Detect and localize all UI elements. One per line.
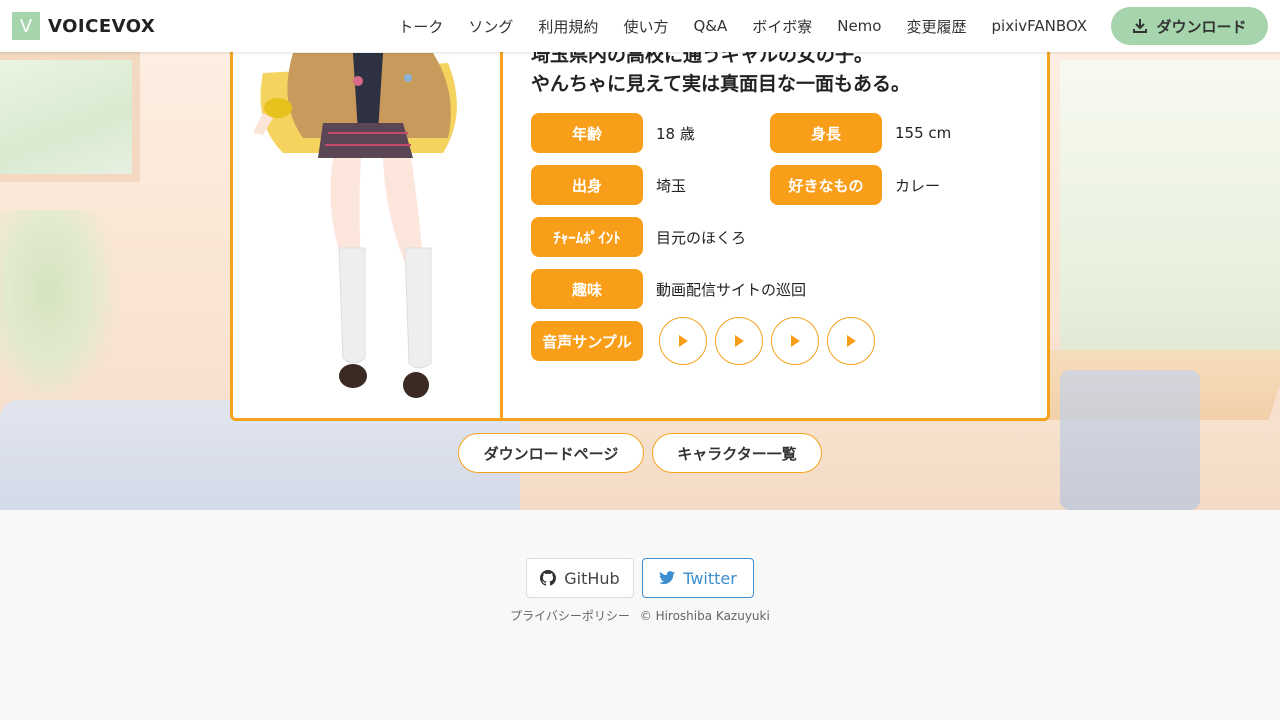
brand-name: VOICEVOX	[48, 15, 156, 37]
voice-sample-play-button-4[interactable]	[827, 317, 875, 365]
nav-link-fanbox[interactable]: pixivFANBOX	[992, 17, 1088, 35]
nav-link-howto[interactable]: 使い方	[623, 16, 668, 37]
privacy-policy-link[interactable]: プライバシーポリシー	[510, 609, 630, 623]
brand-mark: V	[12, 12, 40, 40]
nav-link-song[interactable]: ソング	[468, 16, 513, 37]
play-icon	[679, 335, 688, 347]
profile-row-voice: 音声サンプル	[531, 317, 875, 365]
download-button[interactable]: ダウンロード	[1111, 7, 1268, 45]
voice-sample-label: 音声サンプル	[531, 321, 643, 361]
github-button[interactable]: GitHub	[526, 558, 634, 598]
download-label: ダウンロード	[1156, 17, 1247, 36]
chair	[1060, 370, 1200, 510]
download-icon	[1133, 19, 1148, 33]
nav-link-qa[interactable]: Q&A	[693, 17, 727, 35]
character-profile: 埼玉県内の高校に通うギャルの女の子。 やんちゃに見えて実は真面目な一面もある。 …	[506, 33, 1047, 418]
description-line-2: やんちゃに見えて実は真面目な一面もある。	[531, 73, 911, 95]
age-value: 18 歳	[656, 124, 695, 143]
nav-link-dorm[interactable]: ボイボ寮	[752, 16, 812, 37]
download-page-button[interactable]: ダウンロードページ	[458, 433, 644, 473]
favorite-label: 好きなもの	[770, 165, 882, 205]
character-illustration	[233, 33, 503, 418]
nav-link-nemo[interactable]: Nemo	[837, 17, 881, 35]
favorite-value: カレー	[895, 176, 941, 195]
origin-label: 出身	[531, 165, 643, 205]
voice-sample-play-button-1[interactable]	[659, 317, 707, 365]
window-right	[1060, 60, 1280, 360]
origin-value: 埼玉	[656, 176, 687, 195]
voice-sample-play-button-3[interactable]	[771, 317, 819, 365]
github-icon	[540, 570, 557, 586]
nav-link-terms[interactable]: 利用規約	[538, 16, 598, 37]
voice-sample-play-button-2[interactable]	[715, 317, 763, 365]
nav-link-changelog[interactable]: 変更履歴	[906, 16, 966, 37]
character-list-button[interactable]: キャラクター一覧	[652, 433, 822, 473]
play-icon	[847, 335, 856, 347]
height-label: 身長	[770, 113, 882, 153]
nav-link-talk[interactable]: トーク	[398, 16, 443, 37]
profile-row-charm: ﾁｬｰﾑﾎﾟｲﾝﾄ 目元のほくろ	[531, 217, 746, 257]
copyright: © Hiroshiba Kazuyuki	[639, 609, 770, 623]
window-left	[0, 52, 140, 182]
twitter-button[interactable]: Twitter	[642, 558, 754, 598]
plant	[0, 210, 120, 410]
play-icon	[791, 335, 800, 347]
character-card: 埼玉県内の高校に通うギャルの女の子。 やんちゃに見えて実は真面目な一面もある。 …	[230, 30, 1050, 421]
brand-logo[interactable]: V VOICEVOX	[12, 12, 155, 40]
github-label: GitHub	[564, 568, 620, 588]
charm-label: ﾁｬｰﾑﾎﾟｲﾝﾄ	[531, 217, 643, 257]
age-label: 年齢	[531, 113, 643, 153]
twitter-label: Twitter	[683, 568, 737, 588]
charm-value: 目元のほくろ	[656, 228, 747, 247]
voice-sample-buttons	[659, 317, 875, 365]
twitter-icon	[659, 571, 676, 585]
footer-text: プライバシーポリシー © Hiroshiba Kazuyuki	[0, 607, 1280, 624]
profile-row-hobby: 趣味 動画配信サイトの巡回	[531, 269, 806, 309]
profile-row-age: 年齢 18 歳 身長 155 cm	[531, 113, 951, 153]
hobby-value: 動画配信サイトの巡回	[656, 280, 807, 299]
nav-links: トーク ソング 利用規約 使い方 Q&A ボイボ寮 Nemo 変更履歴 pixi…	[398, 16, 1087, 37]
hobby-label: 趣味	[531, 269, 643, 309]
height-value: 155 cm	[895, 124, 952, 142]
profile-row-origin: 出身 埼玉 好きなもの カレー	[531, 165, 940, 205]
play-icon	[735, 335, 744, 347]
navbar: V VOICEVOX トーク ソング 利用規約 使い方 Q&A ボイボ寮 Nem…	[0, 0, 1280, 52]
